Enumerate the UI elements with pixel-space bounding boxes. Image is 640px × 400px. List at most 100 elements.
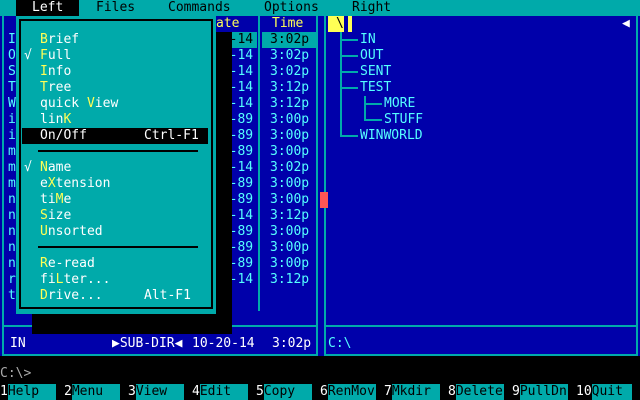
tree-node[interactable]: MORE: [384, 96, 415, 112]
menu-item[interactable]: √ Full: [22, 48, 208, 64]
menu-options[interactable]: Options: [264, 0, 319, 16]
menu-item-label-pre: fi: [40, 272, 56, 287]
function-key-number: 10: [576, 384, 592, 399]
menu-item-shortcut: Alt-F1: [144, 288, 191, 303]
function-key-label: View: [135, 384, 184, 400]
menu-item-label-post: iew: [94, 96, 119, 111]
function-key-quit[interactable]: 10Quit: [576, 384, 632, 400]
tree-node[interactable]: SENT: [360, 64, 391, 80]
menu-item-check: [24, 288, 32, 304]
panel-border-bottom: [324, 354, 638, 356]
file-time: 3:00p: [270, 112, 310, 127]
function-key-label: PullDn: [519, 384, 568, 400]
tree-node[interactable]: WINWORLD: [360, 128, 423, 144]
function-key-label: Copy: [263, 384, 312, 400]
menu-item-check: [24, 80, 32, 96]
function-key-label: RenMov: [327, 384, 376, 400]
file-time: 3:02p: [270, 160, 310, 175]
menu-item-hotkey: T: [40, 80, 48, 95]
menu-files[interactable]: Files: [96, 0, 135, 16]
tree-branch-line: [340, 135, 358, 137]
command-line[interactable]: C:\>: [0, 366, 640, 382]
file-time: 3:00p: [270, 144, 310, 159]
menu-item-label-pre: lin: [40, 112, 64, 127]
function-key-copy[interactable]: 5Copy: [256, 384, 312, 400]
function-key-pulldn[interactable]: 9PullDn: [512, 384, 568, 400]
menu-item-check: [24, 32, 32, 48]
tree-node[interactable]: STUFF: [384, 112, 423, 128]
menu-item[interactable]: tiMe: [22, 192, 208, 208]
tree-cursor-block: [328, 16, 336, 32]
function-key-renmov[interactable]: 6RenMov: [320, 384, 376, 400]
tree-node[interactable]: OUT: [360, 48, 383, 64]
column-header-time: Time: [272, 16, 304, 31]
function-key-label: Menu: [71, 384, 120, 400]
top-menu-bar: Left Files Commands Options Right: [0, 0, 640, 16]
menu-item-label-pre: e: [40, 176, 48, 191]
menu-left[interactable]: Left: [16, 0, 80, 16]
menu-item-label: Tree: [40, 80, 71, 96]
menu-item[interactable]: Brief: [22, 32, 208, 48]
menu-item[interactable]: Tree: [22, 80, 208, 96]
menu-item[interactable]: Size: [22, 208, 208, 224]
function-key-number: 6: [320, 384, 328, 399]
tree-node[interactable]: IN: [360, 32, 376, 48]
menu-item-label-post: tension: [55, 176, 111, 191]
menu-item[interactable]: √ Name: [22, 160, 208, 176]
menu-item[interactable]: fiLter...: [22, 272, 208, 288]
tree-cursor-block: [348, 16, 352, 32]
function-key-edit[interactable]: 4Edit: [192, 384, 248, 400]
menu-item-label-post: nfo: [47, 64, 72, 79]
right-panel[interactable]: \ ◀ IN OUT SENT TEST MORE STUFF WINWORLD C:\: [320, 16, 640, 356]
menu-item-label: fiLter...: [40, 272, 110, 288]
left-dropdown-menu: Brief √ Full Info Tree quick View linK On/…: [16, 16, 216, 314]
dropdown-shadow: [216, 32, 232, 332]
menu-item-hotkey: R: [40, 256, 48, 271]
menu-item[interactable]: Drive... Alt-F1: [22, 288, 208, 304]
menu-item-label: Full: [40, 48, 71, 64]
menu-item-hotkey: X: [47, 176, 56, 191]
menu-item[interactable]: Unsorted: [22, 224, 208, 240]
function-key-label: Edit: [199, 384, 248, 400]
function-key-view[interactable]: 3View: [128, 384, 184, 400]
status-file-time: 3:02p: [272, 336, 312, 351]
menu-item[interactable]: Info: [22, 64, 208, 80]
menu-item[interactable]: quick View: [22, 96, 208, 112]
menu-item-label: quick View: [40, 96, 118, 112]
menu-item-label-post: rief: [47, 32, 80, 47]
menu-commands[interactable]: Commands: [168, 0, 231, 16]
function-key-mkdir[interactable]: 7Mkdir: [384, 384, 440, 400]
panel-scroll-arrow-icon[interactable]: ◀: [622, 16, 630, 32]
menu-item-hotkey: O: [40, 128, 48, 143]
menu-item[interactable]: linK: [22, 112, 208, 128]
menu-item-check: [24, 96, 32, 112]
menu-item-check: [24, 128, 32, 144]
file-name-initial: t: [8, 288, 16, 303]
menu-item[interactable]: On/Off Ctrl-F1: [22, 128, 208, 144]
menu-item-label: Name: [40, 160, 71, 176]
menu-item-hotkey: I: [40, 64, 48, 79]
file-time: 3:00p: [270, 128, 310, 143]
menu-item[interactable]: Re-read: [22, 256, 208, 272]
scrollbar-thumb[interactable]: [320, 192, 328, 208]
menu-item-check: √: [24, 160, 32, 175]
menu-item-check: [24, 192, 32, 208]
tree-node[interactable]: TEST: [360, 80, 391, 96]
function-key-label: Mkdir: [391, 384, 440, 400]
menu-item-label-post: ull: [47, 48, 72, 63]
menu-item-label-pre: ti: [40, 192, 56, 207]
function-key-help[interactable]: 1Help: [0, 384, 56, 400]
panel-status-divider: [324, 325, 638, 327]
menu-item[interactable]: eXtension: [22, 176, 208, 192]
function-key-delete[interactable]: 8Delete: [448, 384, 504, 400]
function-key-number: 9: [512, 384, 520, 399]
menu-item-label: Unsorted: [40, 224, 103, 240]
function-key-label: Help: [7, 384, 56, 400]
menu-item-check: √: [24, 48, 32, 63]
function-key-number: 3: [128, 384, 136, 399]
menu-item-label: Size: [40, 208, 71, 224]
function-key-menu[interactable]: 2Menu: [64, 384, 120, 400]
tree-root[interactable]: \: [336, 16, 344, 32]
menu-right[interactable]: Right: [352, 0, 391, 16]
menu-item-label: Drive...: [40, 288, 103, 304]
